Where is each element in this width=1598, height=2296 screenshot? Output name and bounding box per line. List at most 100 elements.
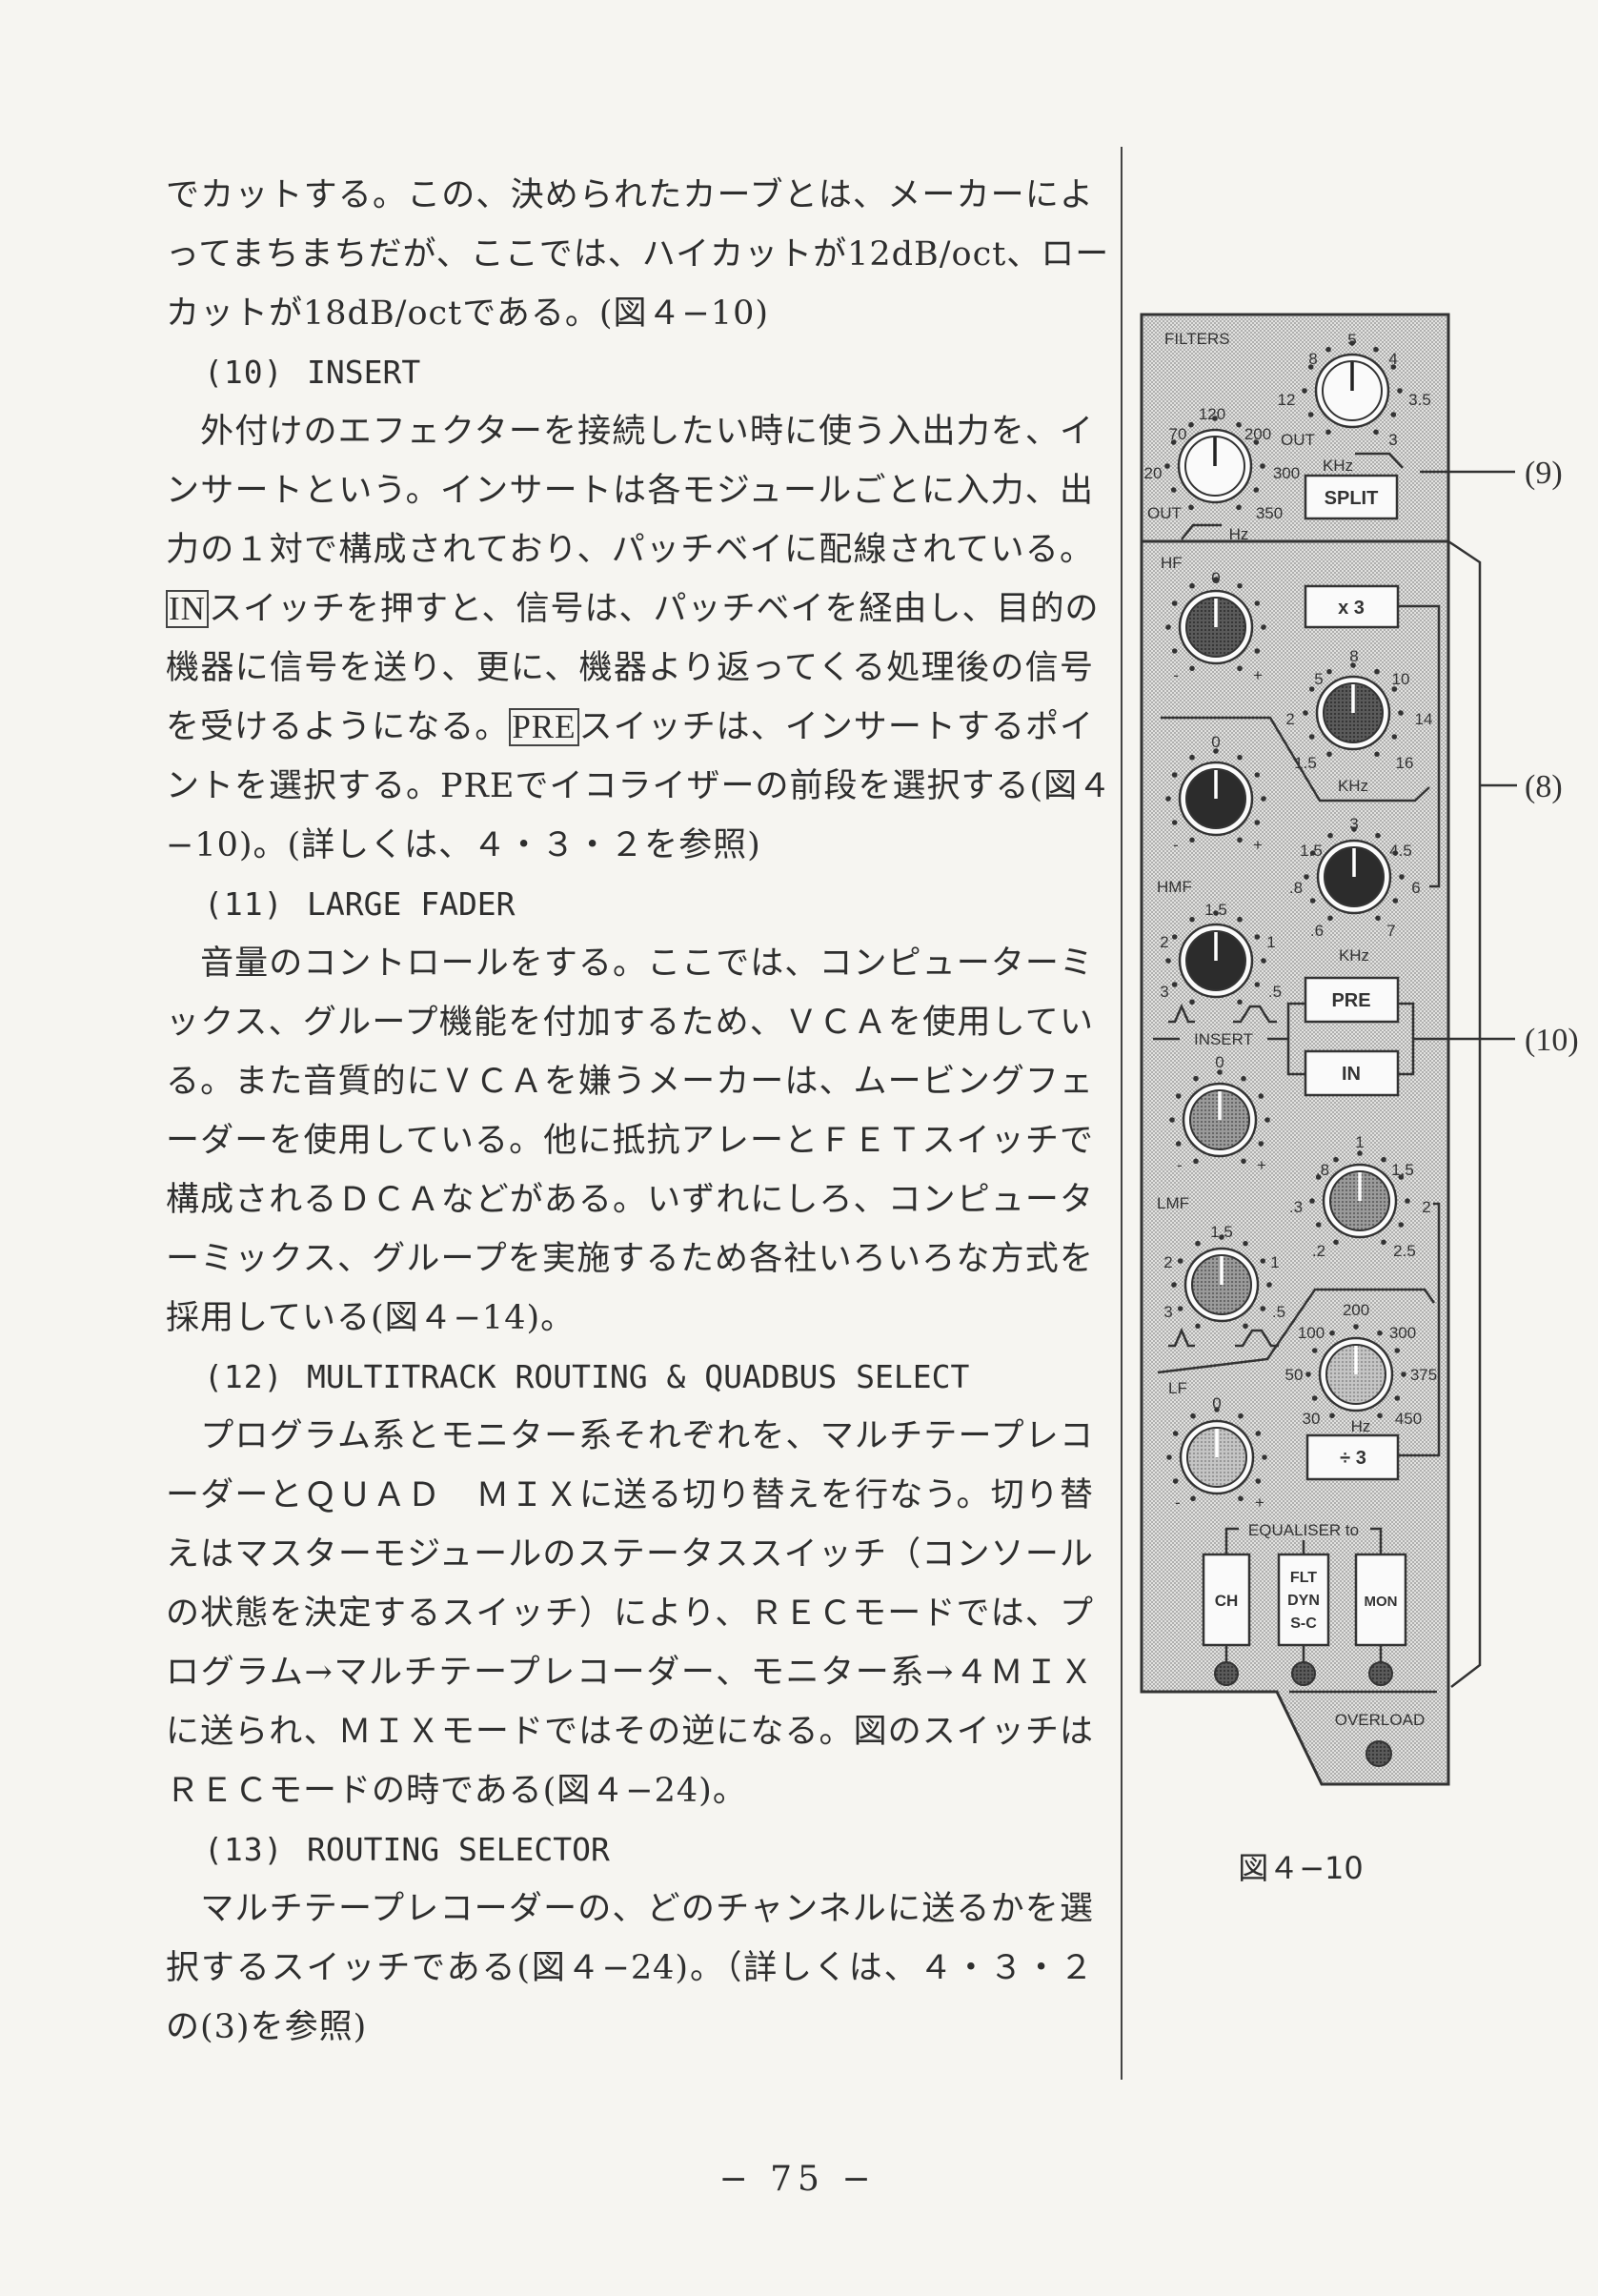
scale-label: + [1257, 1156, 1266, 1174]
scale-dot [1171, 1282, 1177, 1288]
scale-label: 8 [1349, 647, 1358, 665]
scale-dot [1326, 668, 1332, 675]
scale-dot [1189, 999, 1195, 1006]
scale-dot [1254, 982, 1261, 987]
scale-dot [1171, 600, 1178, 606]
scale-dot [1171, 820, 1178, 825]
lmf-label: LMF [1157, 1194, 1189, 1212]
scale-label: 0 [1215, 1053, 1224, 1071]
scale-dot [1260, 1258, 1266, 1264]
scale-dot [1329, 1330, 1335, 1336]
scale-label: 120 [1199, 405, 1225, 423]
unit-label: Hz [1229, 525, 1249, 543]
scale-label: 5 [1347, 331, 1356, 349]
scale-dot [1374, 668, 1380, 675]
hmf-label: HMF [1157, 878, 1192, 896]
scale-dot [1327, 915, 1333, 922]
unit-label: KHz [1339, 946, 1369, 965]
scale-dot [1357, 1150, 1363, 1156]
scale-label: 0 [1212, 1394, 1221, 1412]
scale-dot [1195, 1240, 1201, 1247]
overload-label: OVERLOAD [1335, 1711, 1425, 1729]
scale-label: OUT [1147, 504, 1182, 522]
scale-dot [1237, 837, 1243, 843]
scale-dot [1177, 1306, 1183, 1311]
scale-label: 14 [1415, 710, 1433, 728]
scale-dot [1254, 772, 1261, 778]
scale-dot [1171, 772, 1178, 778]
scale-dot [1377, 1412, 1383, 1419]
scale-dot [1255, 1478, 1262, 1484]
scale-label: 20 [1144, 464, 1163, 482]
scale-dot [1189, 582, 1195, 589]
scale-dot [1326, 751, 1332, 758]
scale-dot [1237, 916, 1243, 923]
scale-label: 70 [1169, 425, 1187, 443]
scale-label: 2 [1163, 1253, 1172, 1271]
scale-dot [1315, 1222, 1322, 1228]
scale-dot [1329, 1412, 1335, 1419]
div3-button-label: ÷ 3 [1340, 1448, 1366, 1469]
scale-label: 2 [1160, 933, 1168, 951]
unit-label: Hz [1351, 1417, 1371, 1435]
scale-dot [1261, 624, 1266, 630]
callout-8: (8) [1525, 769, 1563, 804]
scale-label: 300 [1273, 464, 1300, 482]
scale-dot [1188, 421, 1194, 428]
scale-label: 200 [1343, 1301, 1369, 1319]
ch-led-icon [1214, 1661, 1239, 1686]
scale-label: 3 [1388, 431, 1397, 449]
scale-label: 4 [1388, 350, 1397, 368]
scale-label: 3 [1163, 1303, 1172, 1321]
scale-label: 1 [1270, 1253, 1279, 1271]
scale-label: .5 [1268, 983, 1282, 1001]
scale-dot [1237, 999, 1243, 1006]
scale-dot [1311, 1395, 1318, 1401]
scale-label: 200 [1244, 425, 1271, 443]
filters-label: FILTERS [1164, 330, 1230, 348]
insert-label: INSERT [1194, 1030, 1253, 1048]
scale-dot [1325, 429, 1331, 436]
scale-label: - [1177, 1156, 1183, 1174]
scale-label: 450 [1395, 1410, 1422, 1428]
scale-dot [1254, 820, 1261, 825]
scale-dot [1260, 1306, 1266, 1311]
scale-dot [1302, 388, 1307, 394]
flt-label: FLT [1290, 1570, 1317, 1586]
unit-label: KHz [1338, 777, 1368, 795]
scale-dot [1164, 463, 1170, 469]
scale-dot [1171, 934, 1178, 940]
mon-button-label: MON [1365, 1594, 1398, 1610]
scale-label: 0 [1211, 569, 1220, 587]
scale-dot [1241, 1075, 1246, 1082]
scale-dot [1373, 429, 1379, 436]
scale-label: .3 [1289, 1198, 1303, 1216]
scale-dot [1373, 346, 1379, 353]
scale-dot [1243, 1240, 1248, 1247]
overload-led-icon [1365, 1740, 1392, 1767]
scale-label: .2 [1312, 1242, 1325, 1260]
scale-label: 10 [1392, 670, 1410, 688]
scale-label: 5 [1314, 670, 1323, 688]
scale-label: 0 [1211, 733, 1220, 751]
eq-to-label: EQUALISER to [1248, 1521, 1359, 1539]
scale-dot [1375, 832, 1381, 839]
scale-dot [1238, 1495, 1244, 1502]
scale-dot [1237, 665, 1243, 672]
scale-dot [1175, 1141, 1182, 1147]
scale-label: 6 [1411, 879, 1420, 897]
scale-dot [1237, 582, 1243, 589]
sc-label: S-C [1290, 1615, 1317, 1632]
scale-dot [1236, 504, 1242, 511]
scale-label: 1.5 [1210, 1223, 1233, 1241]
scale-label: 350 [1256, 504, 1283, 522]
scale-label: + [1253, 666, 1263, 684]
scale-label: 4.5 [1389, 842, 1412, 860]
scale-dot [1254, 600, 1261, 606]
scale-label: 300 [1389, 1324, 1416, 1342]
scale-dot [1260, 463, 1265, 469]
scale-label: .8 [1289, 879, 1303, 897]
scale-label: + [1255, 1493, 1264, 1512]
scale-label: 50 [1285, 1366, 1304, 1384]
dyn-label: DYN [1287, 1593, 1320, 1609]
